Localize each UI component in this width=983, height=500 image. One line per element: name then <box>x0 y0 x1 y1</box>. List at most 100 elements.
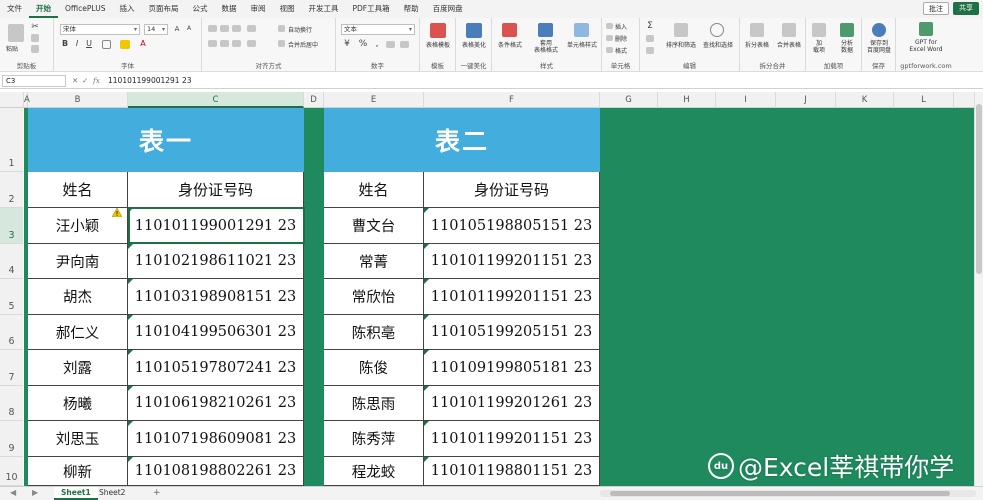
table2-name-cell[interactable]: 陈俊 <box>324 350 424 386</box>
sheet-tab-sheet2[interactable]: Sheet2 <box>92 487 132 500</box>
delete-cell-icon[interactable] <box>606 35 613 41</box>
merge-center-icon[interactable] <box>278 40 285 47</box>
table-beautify-button[interactable]: 表格美化 <box>458 40 490 49</box>
column-header-j[interactable]: J <box>776 92 836 108</box>
row-header-3[interactable]: 3 <box>0 208 23 244</box>
menu-item-12[interactable]: 百度网盘 <box>426 0 470 18</box>
table-template-button[interactable]: 表格模板 <box>422 40 454 49</box>
column-header-c[interactable]: C <box>128 92 304 108</box>
menu-item-8[interactable]: 视图 <box>272 0 301 18</box>
table1-name-cell[interactable]: 郝仁义 <box>28 315 128 350</box>
merge-center-button[interactable]: 合并后居中 <box>288 40 318 49</box>
apply-table-format-button[interactable]: 套用 表格格式 <box>528 40 564 54</box>
row-header-10[interactable]: 10 <box>0 457 23 486</box>
menu-item-7[interactable]: 审阅 <box>243 0 272 18</box>
italic-icon[interactable]: I <box>72 39 82 49</box>
cut-icon[interactable]: ✂ <box>30 22 40 32</box>
format-cell-button[interactable]: 格式 <box>615 46 627 55</box>
fill-icon[interactable] <box>646 35 654 42</box>
add-sheet-button[interactable]: + <box>146 487 168 500</box>
gpt-button[interactable]: GPT for Excel Word <box>900 39 952 53</box>
row-header-5[interactable]: 5 <box>0 279 23 315</box>
column-header-g[interactable]: G <box>600 92 658 108</box>
table2-id-cell[interactable]: 110109199805181 23 <box>424 350 600 386</box>
menu-item-4[interactable]: 页面布局 <box>141 0 185 18</box>
row-header-6[interactable]: 6 <box>0 315 23 350</box>
table2-name-cell[interactable]: 常菁 <box>324 244 424 279</box>
table2-id-cell[interactable]: 110101199201151 23 <box>424 244 600 279</box>
name-box[interactable]: C3 <box>2 75 66 87</box>
table1-header-name[interactable]: 姓名 <box>28 172 128 208</box>
delete-cell-button[interactable]: 删除 <box>615 34 627 43</box>
horizontal-scrollbar[interactable] <box>600 490 976 497</box>
gpt-icon[interactable] <box>919 22 933 36</box>
row-header-1[interactable]: 1 <box>0 108 23 172</box>
orientation-icon[interactable] <box>247 25 256 32</box>
table2-name-cell[interactable]: 程龙蛟 <box>324 457 424 486</box>
split-table-icon[interactable] <box>750 23 764 37</box>
underline-icon[interactable]: U <box>84 39 94 49</box>
font-grow-icon[interactable]: A <box>172 24 182 34</box>
cell-style-button[interactable]: 单元格样式 <box>562 40 602 49</box>
decrease-decimal-icon[interactable] <box>400 41 409 48</box>
table1-id-cell[interactable]: 110104199506301 23 <box>128 315 304 350</box>
border-icon[interactable] <box>102 40 111 49</box>
percent-icon[interactable]: % <box>358 39 368 49</box>
comma-icon[interactable]: , <box>372 39 382 49</box>
table2-id-cell[interactable]: 110101199201151 23 <box>424 279 600 315</box>
paste-icon[interactable] <box>8 24 24 42</box>
clear-icon[interactable] <box>646 47 654 54</box>
copy-icon[interactable] <box>31 34 39 42</box>
next-sheet-icon[interactable]: ▶ <box>32 488 38 497</box>
column-header-e[interactable]: E <box>324 92 424 108</box>
font-color-icon[interactable]: A <box>138 39 148 49</box>
vertical-scroll-thumb[interactable] <box>976 104 982 274</box>
analyze-data-button[interactable]: 分析 数据 <box>835 40 859 54</box>
column-header-h[interactable]: H <box>658 92 716 108</box>
formula-input[interactable]: 110101199001291 23 <box>108 75 976 87</box>
baidu-cloud-icon[interactable] <box>872 23 886 37</box>
table2-header-id[interactable]: 身份证号码 <box>424 172 600 208</box>
vertical-scrollbar[interactable] <box>974 92 983 486</box>
align-middle-icon[interactable] <box>220 25 229 32</box>
column-header-k[interactable]: K <box>836 92 894 108</box>
apply-table-format-icon[interactable] <box>538 23 553 37</box>
table1-id-cell[interactable]: 110102198611021 23 <box>128 244 304 279</box>
table2-name-cell[interactable]: 曹文台 <box>324 208 424 244</box>
function-icon[interactable]: fx <box>93 76 100 85</box>
column-header-b[interactable]: B <box>28 92 128 108</box>
table1-id-cell[interactable]: 110103198908151 23 <box>128 279 304 315</box>
menu-item-5[interactable]: 公式 <box>185 0 214 18</box>
table2-id-cell[interactable]: 110101199201151 23 <box>424 421 600 457</box>
row-header-9[interactable]: 9 <box>0 421 23 457</box>
save-baidu-button[interactable]: 保存到 百度网盘 <box>862 40 896 54</box>
conditional-format-button[interactable]: 条件格式 <box>493 40 527 49</box>
table1-id-cell[interactable]: 110108198802261 23 <box>128 457 304 486</box>
select-all-corner[interactable] <box>0 92 24 108</box>
table1-name-cell[interactable]: 胡杰 <box>28 279 128 315</box>
analyze-data-icon[interactable] <box>840 23 854 37</box>
warning-icon[interactable] <box>112 208 122 217</box>
sort-filter-icon[interactable] <box>674 23 688 37</box>
wrap-text-button[interactable]: 自动换行 <box>288 25 312 34</box>
merge-table-button[interactable]: 合并表格 <box>772 40 806 49</box>
table2-name-cell[interactable]: 陈积亳 <box>324 315 424 350</box>
table1-name-cell[interactable]: 刘露 <box>28 350 128 386</box>
row-header-7[interactable]: 7 <box>0 350 23 386</box>
table2-name-cell[interactable]: 陈思雨 <box>324 386 424 421</box>
menu-item-1[interactable]: 开始 <box>29 0 58 18</box>
row-header-4[interactable]: 4 <box>0 244 23 279</box>
menu-item-6[interactable]: 数据 <box>214 0 243 18</box>
merge-table-icon[interactable] <box>782 23 796 37</box>
insert-cell-button[interactable]: 插入 <box>615 22 627 31</box>
column-header-f[interactable]: F <box>424 92 600 108</box>
addin-button[interactable]: 加 载项 <box>807 40 831 54</box>
align-right-icon[interactable] <box>232 40 241 47</box>
increase-decimal-icon[interactable] <box>386 41 395 48</box>
addin-icon[interactable] <box>812 23 826 37</box>
menu-item-0[interactable]: 文件 <box>0 0 29 18</box>
table-beautify-icon[interactable] <box>466 23 482 38</box>
menu-item-2[interactable]: OfficePLUS <box>58 0 112 18</box>
find-select-icon[interactable] <box>710 23 724 37</box>
row-header-2[interactable]: 2 <box>0 172 23 208</box>
